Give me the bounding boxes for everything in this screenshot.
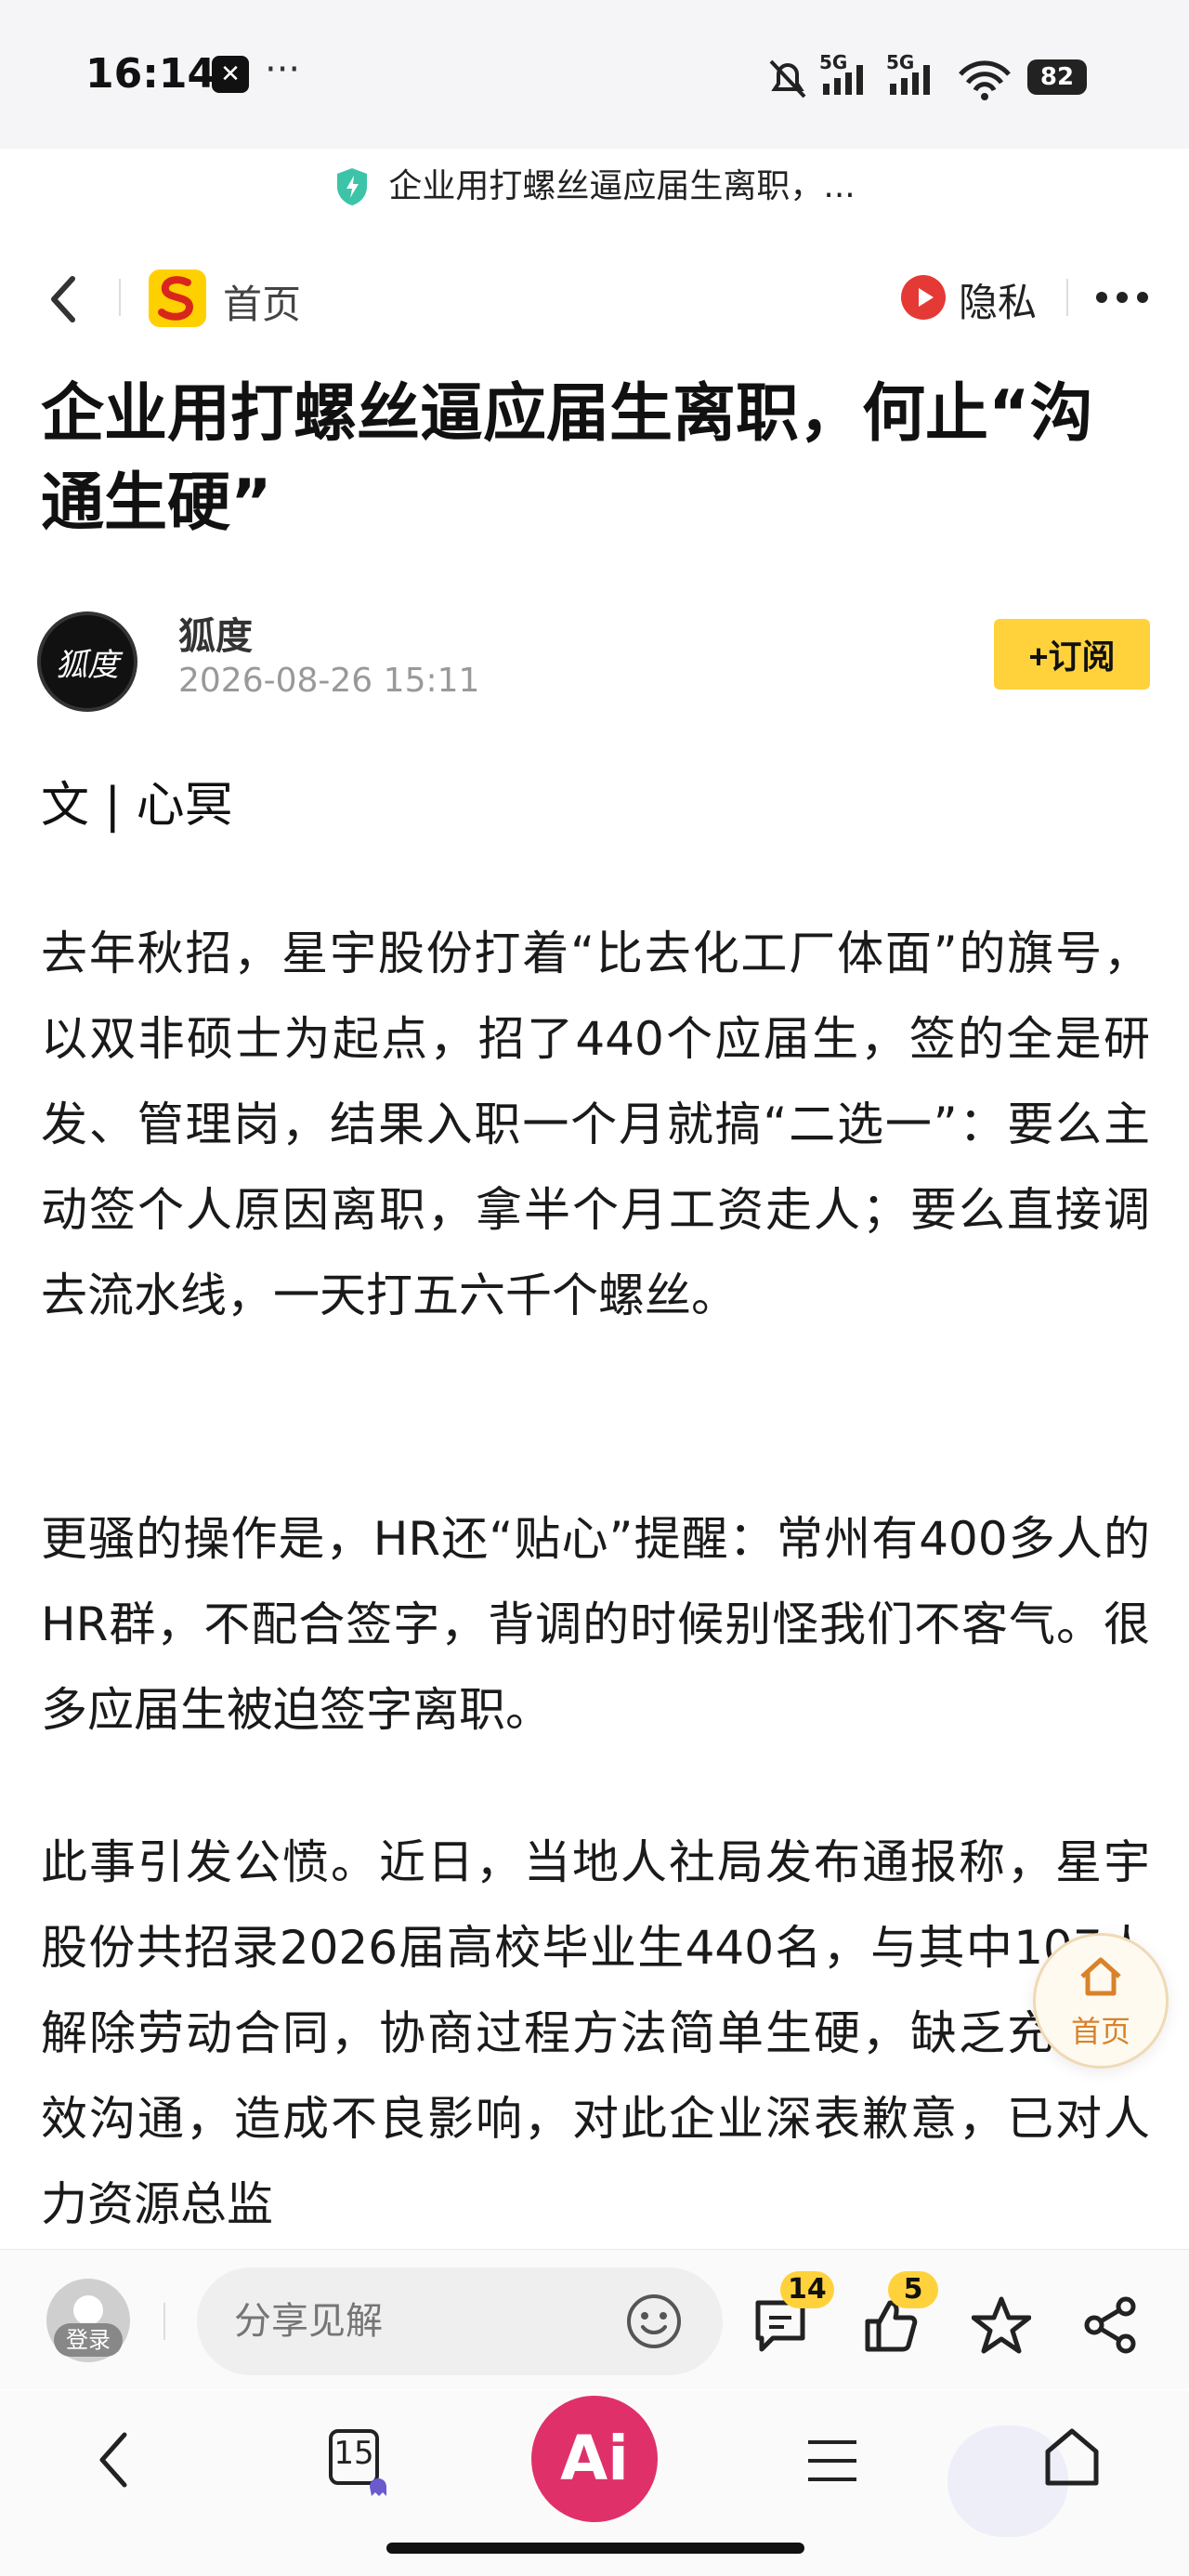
home-indicator[interactable] <box>386 2543 804 2554</box>
nav-divider-right <box>1066 279 1068 316</box>
menu-icon[interactable] <box>804 2433 860 2489</box>
floating-home-button[interactable]: 首页 <box>1033 1933 1169 2069</box>
wifi-icon <box>959 60 1011 100</box>
publish-date: 2026-08-26 15:11 <box>178 662 480 700</box>
subscribe-button[interactable]: +订阅 <box>994 619 1150 690</box>
nav-divider <box>119 279 121 316</box>
author-name[interactable]: 狐度 <box>178 606 253 660</box>
shield-icon <box>337 168 368 205</box>
browser-home-icon[interactable] <box>1042 2425 1102 2491</box>
svg-text:5G: 5G <box>886 52 914 73</box>
author-avatar[interactable]: 狐度 <box>37 611 137 712</box>
article-paragraph: 更骚的操作是，HR还“贴心”提醒：常州有400多人的HR群，不配合签字，背调的时… <box>41 1512 1150 1737</box>
favorite-star-icon[interactable] <box>972 2295 1031 2355</box>
url-bar[interactable]: 企业用打螺丝逼应届生离职，... <box>0 154 1189 219</box>
url-text: 企业用打螺丝逼应届生离职，... <box>388 167 856 205</box>
mute-bell-icon <box>769 59 806 99</box>
more-notifications-icon: ··· <box>265 48 301 91</box>
author-avatar-text: 狐度 <box>56 647 119 684</box>
comment-divider <box>163 2303 165 2340</box>
article-paragraph: 去年秋招，星宇股份打着“比去化工厂体面”的旗号，以双非硕士为起点，招了440个应… <box>41 927 1150 1322</box>
status-icons: 5G 5G <box>769 52 1011 100</box>
browser-back-icon[interactable] <box>93 2427 134 2492</box>
capcut-app-icon: ✕ <box>212 56 249 93</box>
signal-icon-1: 5G <box>819 52 863 95</box>
floating-home-label: 首页 <box>1070 2014 1130 2049</box>
svg-text:5G: 5G <box>819 52 847 73</box>
article-paragraph: 此事引发公愤。近日，当地人社局发布通报称，星宇股份共招录2026届高校毕业生44… <box>41 1835 1150 2231</box>
home-icon <box>1080 1957 1121 1996</box>
emoji-icon[interactable] <box>624 2292 684 2351</box>
signal-icon-2: 5G <box>886 52 930 95</box>
sohu-logo-icon[interactable] <box>149 269 206 327</box>
tabs-count: 15 <box>333 2435 374 2472</box>
share-icon[interactable] <box>1081 2295 1141 2355</box>
battery-indicator: 82 <box>1027 59 1087 95</box>
tabs-button[interactable]: 15 <box>329 2429 386 2496</box>
like-count-badge: 5 <box>888 2271 938 2308</box>
privacy-link[interactable]: 隐私 <box>959 271 1037 328</box>
more-menu-icon[interactable] <box>1094 284 1150 310</box>
privacy-play-icon[interactable] <box>901 275 946 320</box>
article-byline: 文 | 心冥 <box>41 778 233 834</box>
article-title: 企业用打螺丝逼应届生离职，何止“沟通生硬” <box>41 377 1093 540</box>
nav-home-link[interactable]: 首页 <box>223 273 301 330</box>
ai-assistant-button[interactable]: Ai <box>531 2396 658 2522</box>
login-label[interactable]: 登录 <box>54 2323 123 2357</box>
comment-count-badge: 14 <box>780 2271 834 2308</box>
back-arrow-icon[interactable] <box>45 271 82 327</box>
status-time: 16:14 <box>85 50 216 98</box>
